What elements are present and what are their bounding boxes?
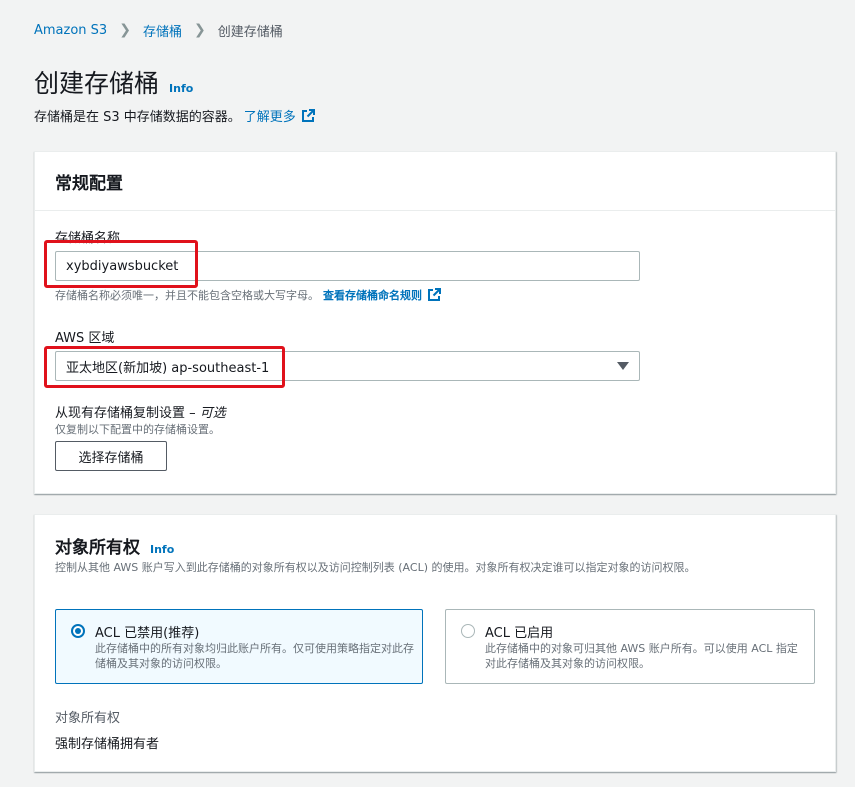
acl-disabled-title: ACL 已禁用(推荐)	[95, 626, 200, 641]
learn-more-link[interactable]: 了解更多	[244, 106, 315, 125]
breadcrumb-create-bucket: 创建存储桶	[217, 24, 283, 40]
object-ownership-description: 控制从其他 AWS 账户写入到此存储桶的对象所有权以及访问控制列表 (ACL) …	[55, 561, 696, 574]
choose-bucket-button[interactable]: 选择存储桶	[55, 441, 167, 471]
page-description: 存储桶是在 S3 中存储数据的容器。 了解更多	[34, 106, 315, 125]
radio-selected-icon[interactable]	[71, 624, 85, 638]
bucket-name-hint: 存储桶名称必须唯一，并且不能包含空格或大写字母。 查看存储桶命名规则	[55, 287, 441, 303]
acl-enabled-option[interactable]: ACL 已启用 此存储桶中的对象可归其他 AWS 账户所有。可以使用 ACL 指…	[445, 609, 815, 684]
region-label: AWS 区域	[55, 331, 115, 346]
acl-disabled-option[interactable]: ACL 已禁用(推荐) 此存储桶中的所有对象均归此账户所有。仅可使用策略指定对此…	[55, 609, 423, 684]
copy-settings-label: 从现有存储桶复制设置 – 可选	[55, 402, 226, 421]
breadcrumb-buckets[interactable]: 存储桶	[143, 21, 182, 40]
bucket-naming-rules-link[interactable]: 查看存储桶命名规则	[323, 287, 441, 303]
caret-down-icon	[617, 362, 629, 370]
bucket-naming-rules-text: 查看存储桶命名规则	[323, 289, 422, 302]
object-ownership-header: 对象所有权 Info	[55, 533, 174, 558]
chevron-right-icon: ❯	[119, 22, 131, 38]
optional-text: 可选	[199, 406, 226, 421]
page-title: 创建存储桶	[34, 69, 160, 98]
page-header: 创建存储桶 Info	[34, 64, 193, 100]
external-link-icon	[428, 288, 441, 301]
breadcrumb: Amazon S3 ❯ 存储桶 ❯ 创建存储桶	[34, 20, 283, 40]
chevron-right-icon: ❯	[193, 22, 206, 38]
copy-settings-text: 从现有存储桶复制设置 –	[55, 406, 196, 421]
page-description-text: 存储桶是在 S3 中存储数据的容器。	[34, 110, 241, 125]
bucket-name-hint-text: 存储桶名称必须唯一，并且不能包含空格或大写字母。	[55, 289, 319, 302]
radio-unselected-icon[interactable]	[461, 624, 475, 638]
object-ownership-title: 对象所有权	[55, 538, 140, 558]
general-configuration-panel: 常规配置 存储桶名称 xybdiyawsbucket 存储桶名称必须唯一，并且不…	[34, 151, 836, 494]
acl-enabled-desc: 此存储桶中的对象可归其他 AWS 账户所有。可以使用 ACL 指定对此存储桶及其…	[485, 642, 798, 670]
info-link[interactable]: Info	[169, 82, 193, 95]
object-ownership-panel: 对象所有权 Info 控制从其他 AWS 账户写入到此存储桶的对象所有权以及访问…	[34, 514, 836, 772]
acl-disabled-desc: 此存储桶中的所有对象均归此账户所有。仅可使用策略指定对此存储桶及其对象的访问权限…	[95, 642, 414, 670]
acl-enabled-title: ACL 已启用	[485, 626, 554, 641]
copy-settings-hint: 仅复制以下配置中的存储桶设置。	[55, 423, 220, 436]
object-ownership-label: 对象所有权	[55, 711, 121, 726]
external-link-icon	[301, 108, 315, 122]
info-link[interactable]: Info	[150, 543, 174, 556]
highlight-box-bucket-name	[44, 240, 198, 288]
general-configuration-header: 常规配置	[35, 152, 835, 211]
learn-more-text: 了解更多	[243, 110, 296, 125]
object-ownership-value: 强制存储桶拥有者	[55, 737, 160, 752]
breadcrumb-amazon-s3[interactable]: Amazon S3	[34, 23, 107, 38]
highlight-box-region	[44, 346, 285, 388]
